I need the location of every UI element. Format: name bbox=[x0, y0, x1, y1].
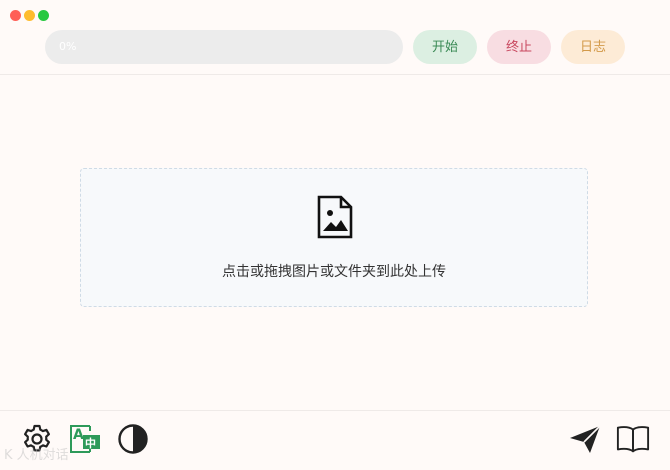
progress-bar: 0% bbox=[45, 30, 403, 64]
bottom-left-tools: A 中 bbox=[20, 422, 150, 456]
bottom-right-tools bbox=[568, 422, 650, 456]
docs-button[interactable] bbox=[616, 422, 650, 456]
start-button[interactable]: 开始 bbox=[413, 30, 477, 64]
progress-text: 0% bbox=[59, 40, 77, 53]
translate-button[interactable]: A 中 bbox=[68, 422, 102, 456]
stop-button[interactable]: 终止 bbox=[487, 30, 551, 64]
svg-text:A: A bbox=[73, 427, 84, 443]
close-window-button[interactable] bbox=[10, 10, 21, 21]
toolbar: 0% 开始 终止 日志 bbox=[45, 30, 635, 64]
send-button[interactable] bbox=[568, 422, 602, 456]
contrast-icon bbox=[118, 424, 148, 454]
settings-button[interactable] bbox=[20, 422, 54, 456]
bottom-divider bbox=[0, 410, 670, 411]
book-icon bbox=[616, 426, 650, 453]
minimize-window-button[interactable] bbox=[24, 10, 35, 21]
window-controls bbox=[10, 10, 49, 21]
app-window: 0% 开始 终止 日志 点击或拖拽图片或文件夹到此处上传 A 中 K 人机对话 bbox=[0, 0, 670, 470]
translate-icon: A 中 bbox=[70, 425, 100, 453]
gear-icon bbox=[24, 424, 50, 452]
theme-toggle-button[interactable] bbox=[116, 422, 150, 456]
send-icon bbox=[570, 425, 601, 453]
top-divider bbox=[0, 74, 670, 75]
image-file-icon bbox=[317, 195, 353, 239]
dropzone-text: 点击或拖拽图片或文件夹到此处上传 bbox=[222, 264, 446, 280]
upload-dropzone[interactable]: 点击或拖拽图片或文件夹到此处上传 bbox=[80, 168, 588, 307]
svg-text:中: 中 bbox=[85, 436, 96, 450]
log-button[interactable]: 日志 bbox=[561, 30, 625, 64]
maximize-window-button[interactable] bbox=[38, 10, 49, 21]
